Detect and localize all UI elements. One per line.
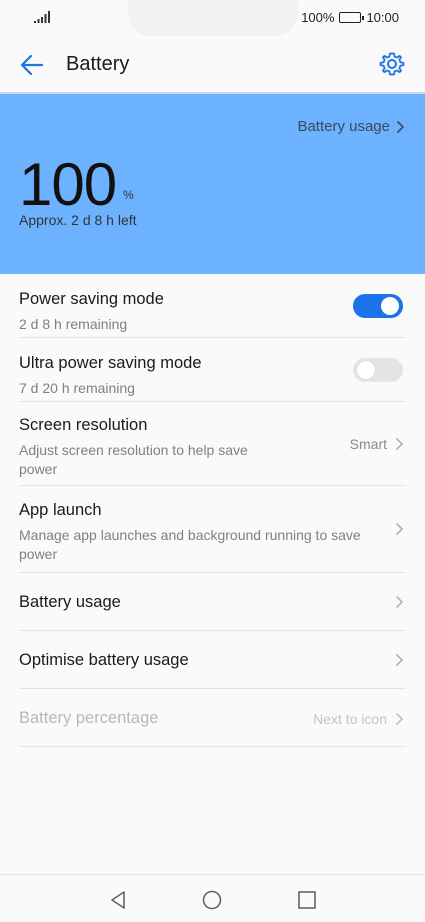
ultra-power-saving-mode-toggle[interactable] xyxy=(353,358,403,382)
gear-icon[interactable] xyxy=(379,51,405,77)
screen-resolution-value-group: Smart xyxy=(350,436,404,452)
battery-percent-text: 100% xyxy=(301,10,335,25)
ultra-power-saving-mode-label: Ultra power saving mode xyxy=(19,354,202,372)
arrow-left-icon[interactable] xyxy=(18,51,46,79)
optimise-battery-usage-chevron-group xyxy=(395,653,404,667)
battery-percentage-label: Battery percentage xyxy=(19,709,159,727)
battery-percentage-value: 100 xyxy=(19,151,117,218)
app-launch-row[interactable]: App launch Manage app launches and backg… xyxy=(19,486,406,573)
battery-percentage-value-group: Next to icon xyxy=(313,711,404,727)
chevron-right-icon xyxy=(396,120,405,133)
status-right: 100% 10:00 xyxy=(301,10,399,25)
battery-usage-link[interactable]: Battery usage xyxy=(297,118,405,135)
power-saving-mode-subtitle: 2 d 8 h remaining xyxy=(19,316,128,332)
battery-percentage-setting-value: Next to icon xyxy=(313,711,387,727)
battery-usage-label: Battery usage xyxy=(19,593,121,611)
optimise-battery-usage-row[interactable]: Optimise battery usage xyxy=(19,631,406,689)
page-title: Battery xyxy=(66,53,130,75)
chevron-right-icon xyxy=(395,712,404,726)
app-launch-chevron-group xyxy=(395,522,404,536)
battery-hero: Battery usage 100 % Approx. 2 d 8 h left xyxy=(0,92,425,274)
settings-list: Power saving mode 2 d 8 h remaining Ultr… xyxy=(0,274,425,747)
app-header: Battery xyxy=(0,36,425,92)
chevron-right-icon xyxy=(395,595,404,609)
percent-sign: % xyxy=(123,188,134,202)
chevron-right-icon xyxy=(395,437,404,451)
navigation-bar xyxy=(0,874,425,922)
time-remaining: Approx. 2 d 8 h left xyxy=(19,212,137,228)
ultra-power-saving-mode-subtitle: 7 d 20 h remaining xyxy=(19,380,135,396)
clock: 10:00 xyxy=(366,10,399,25)
power-saving-mode-label: Power saving mode xyxy=(19,290,164,308)
optimise-battery-usage-label: Optimise battery usage xyxy=(19,651,189,669)
power-saving-mode-row[interactable]: Power saving mode 2 d 8 h remaining xyxy=(19,274,406,338)
battery-icon xyxy=(339,12,365,23)
signal-icon xyxy=(34,11,50,23)
battery-usage-chevron-group xyxy=(395,595,404,609)
battery-usage-link-label: Battery usage xyxy=(297,118,390,135)
square-recents-icon[interactable] xyxy=(296,889,318,911)
screen-resolution-label: Screen resolution xyxy=(19,416,148,434)
triangle-back-icon[interactable] xyxy=(107,889,129,911)
battery-usage-row[interactable]: Battery usage xyxy=(19,573,406,631)
ultra-power-saving-mode-row[interactable]: Ultra power saving mode 7 d 20 h remaini… xyxy=(19,338,406,402)
screen-resolution-subtitle: Adjust screen resolution to help save po… xyxy=(19,442,248,477)
notch xyxy=(128,0,298,36)
app-launch-label: App launch xyxy=(19,501,102,519)
screen-resolution-value: Smart xyxy=(349,436,387,452)
battery-percentage-row[interactable]: Battery percentage Next to icon xyxy=(19,689,406,747)
circle-home-icon[interactable] xyxy=(201,889,223,911)
status-bar: 100% 10:00 xyxy=(0,0,425,36)
power-saving-mode-toggle[interactable] xyxy=(353,294,403,318)
screen-resolution-row[interactable]: Screen resolution Adjust screen resoluti… xyxy=(19,402,406,486)
chevron-right-icon xyxy=(395,522,404,536)
app-launch-subtitle: Manage app launches and background runni… xyxy=(19,527,361,562)
chevron-right-icon xyxy=(395,653,404,667)
